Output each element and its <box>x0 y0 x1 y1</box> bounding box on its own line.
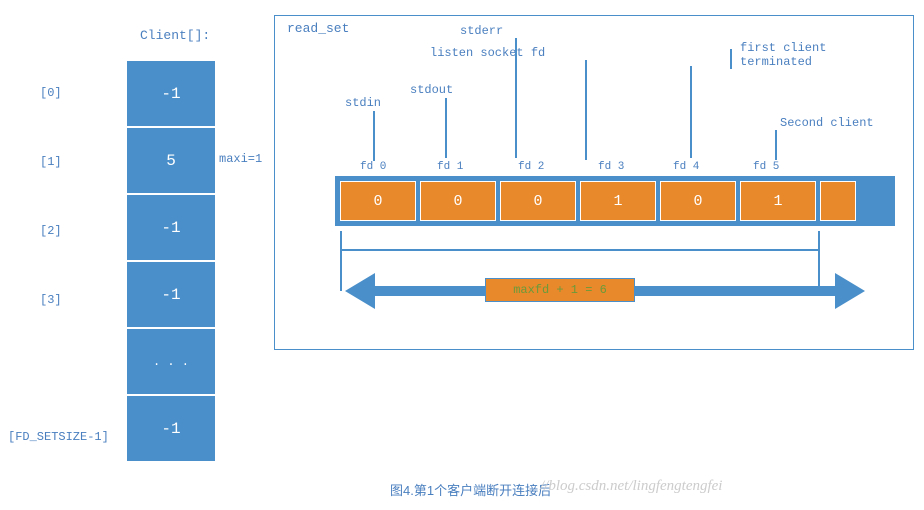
maxfd-label: maxfd + 1 = 6 <box>485 278 635 302</box>
client-index-1: [1] <box>40 155 62 169</box>
label-stdin: stdin <box>345 96 381 110</box>
client-index-2: [2] <box>40 224 62 238</box>
client-index-0: [0] <box>40 86 62 100</box>
label-second-client: Second client <box>780 116 874 130</box>
readset-title: read_set <box>287 21 349 36</box>
client-cell: -1 <box>126 194 216 261</box>
label-stdout: stdout <box>410 83 453 97</box>
bracket-connector <box>340 231 820 251</box>
fdset-cell: 1 <box>740 181 816 221</box>
fdset-table: 0 0 0 1 0 1 <box>335 176 895 226</box>
label-listen: listen socket fd <box>430 46 545 60</box>
client-cell: -1 <box>126 261 216 328</box>
fd-index: fd 0 <box>360 161 386 173</box>
client-cell: -1 <box>126 60 216 127</box>
connector-line <box>585 60 587 160</box>
readset-box: read_set stdin stdout stderr listen sock… <box>274 15 914 350</box>
client-cell: 5 <box>126 127 216 194</box>
client-array: -1 5 -1 -1 . . . -1 <box>126 60 216 462</box>
connector-line <box>730 49 732 69</box>
fdset-cell-extra <box>820 181 856 221</box>
fd-index: fd 5 <box>753 161 779 173</box>
client-cell-ellipsis: . . . <box>126 328 216 395</box>
arrow-right-icon <box>835 273 865 309</box>
fdset-cell: 1 <box>580 181 656 221</box>
client-array-title: Client[]: <box>140 28 210 43</box>
label-stderr: stderr <box>460 24 503 38</box>
maxi-label: maxi=1 <box>219 152 262 166</box>
fd-index: fd 4 <box>673 161 699 173</box>
connector-line <box>515 38 517 158</box>
fd-index: fd 2 <box>518 161 544 173</box>
client-index-last: [FD_SETSIZE-1] <box>8 430 109 444</box>
fdset-cell: 0 <box>340 181 416 221</box>
arrow-left-icon <box>345 273 375 309</box>
client-cell: -1 <box>126 395 216 462</box>
fd-index: fd 1 <box>437 161 463 173</box>
connector-line <box>775 130 777 160</box>
figure-caption: 图4.第1个客户端断开连接后 <box>390 480 551 499</box>
fdset-cell: 0 <box>660 181 736 221</box>
fdset-cell: 0 <box>500 181 576 221</box>
label-first-client: first client terminated <box>740 41 826 69</box>
bracket-line <box>340 251 342 291</box>
watermark: //blog.csdn.net/lingfengtengfei <box>540 478 722 495</box>
connector-line <box>373 111 375 161</box>
fdset-cell: 0 <box>420 181 496 221</box>
client-index-3: [3] <box>40 293 62 307</box>
connector-line <box>690 66 692 158</box>
fd-index: fd 3 <box>598 161 624 173</box>
connector-line <box>445 98 447 158</box>
